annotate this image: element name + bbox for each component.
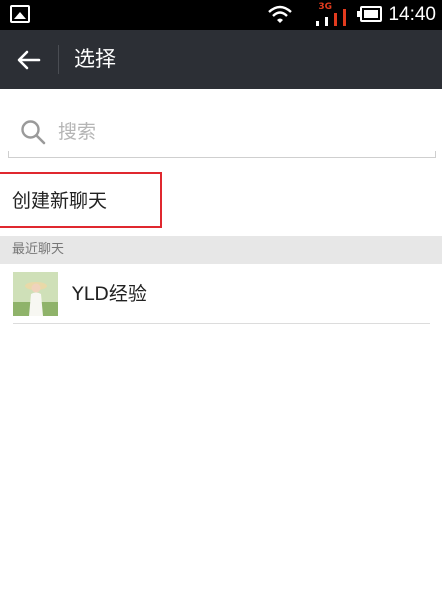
arrow-left-icon — [17, 50, 41, 69]
photo-avatar — [13, 272, 58, 316]
app-bar-divider — [58, 45, 59, 74]
recent-chats-label: 最近聊天 — [12, 242, 65, 257]
gallery-icon — [10, 5, 30, 23]
app-bar: 选择 — [0, 30, 442, 89]
recent-chats-header: 最近聊天 — [0, 236, 442, 264]
back-button[interactable] — [0, 30, 58, 89]
create-new-chat-button[interactable]: 创建新聊天 — [0, 172, 162, 228]
avatar — [13, 272, 58, 316]
clock: 14:40 — [388, 4, 436, 25]
contact-name: YLD经验 — [72, 283, 147, 305]
search-placeholder: 搜索 — [58, 121, 97, 143]
battery-icon — [357, 6, 382, 22]
signal-icon — [316, 4, 346, 26]
row-divider — [13, 323, 430, 324]
battery-level — [364, 10, 378, 18]
create-new-chat-label: 创建新聊天 — [12, 190, 108, 212]
search-icon — [21, 120, 46, 145]
page-title: 选择 — [74, 47, 116, 71]
list-item[interactable]: YLD经验 — [0, 264, 442, 324]
wifi-icon — [268, 5, 292, 23]
status-bar: 3G 14:40 — [0, 0, 442, 30]
search-input[interactable]: 搜索 — [8, 102, 436, 158]
